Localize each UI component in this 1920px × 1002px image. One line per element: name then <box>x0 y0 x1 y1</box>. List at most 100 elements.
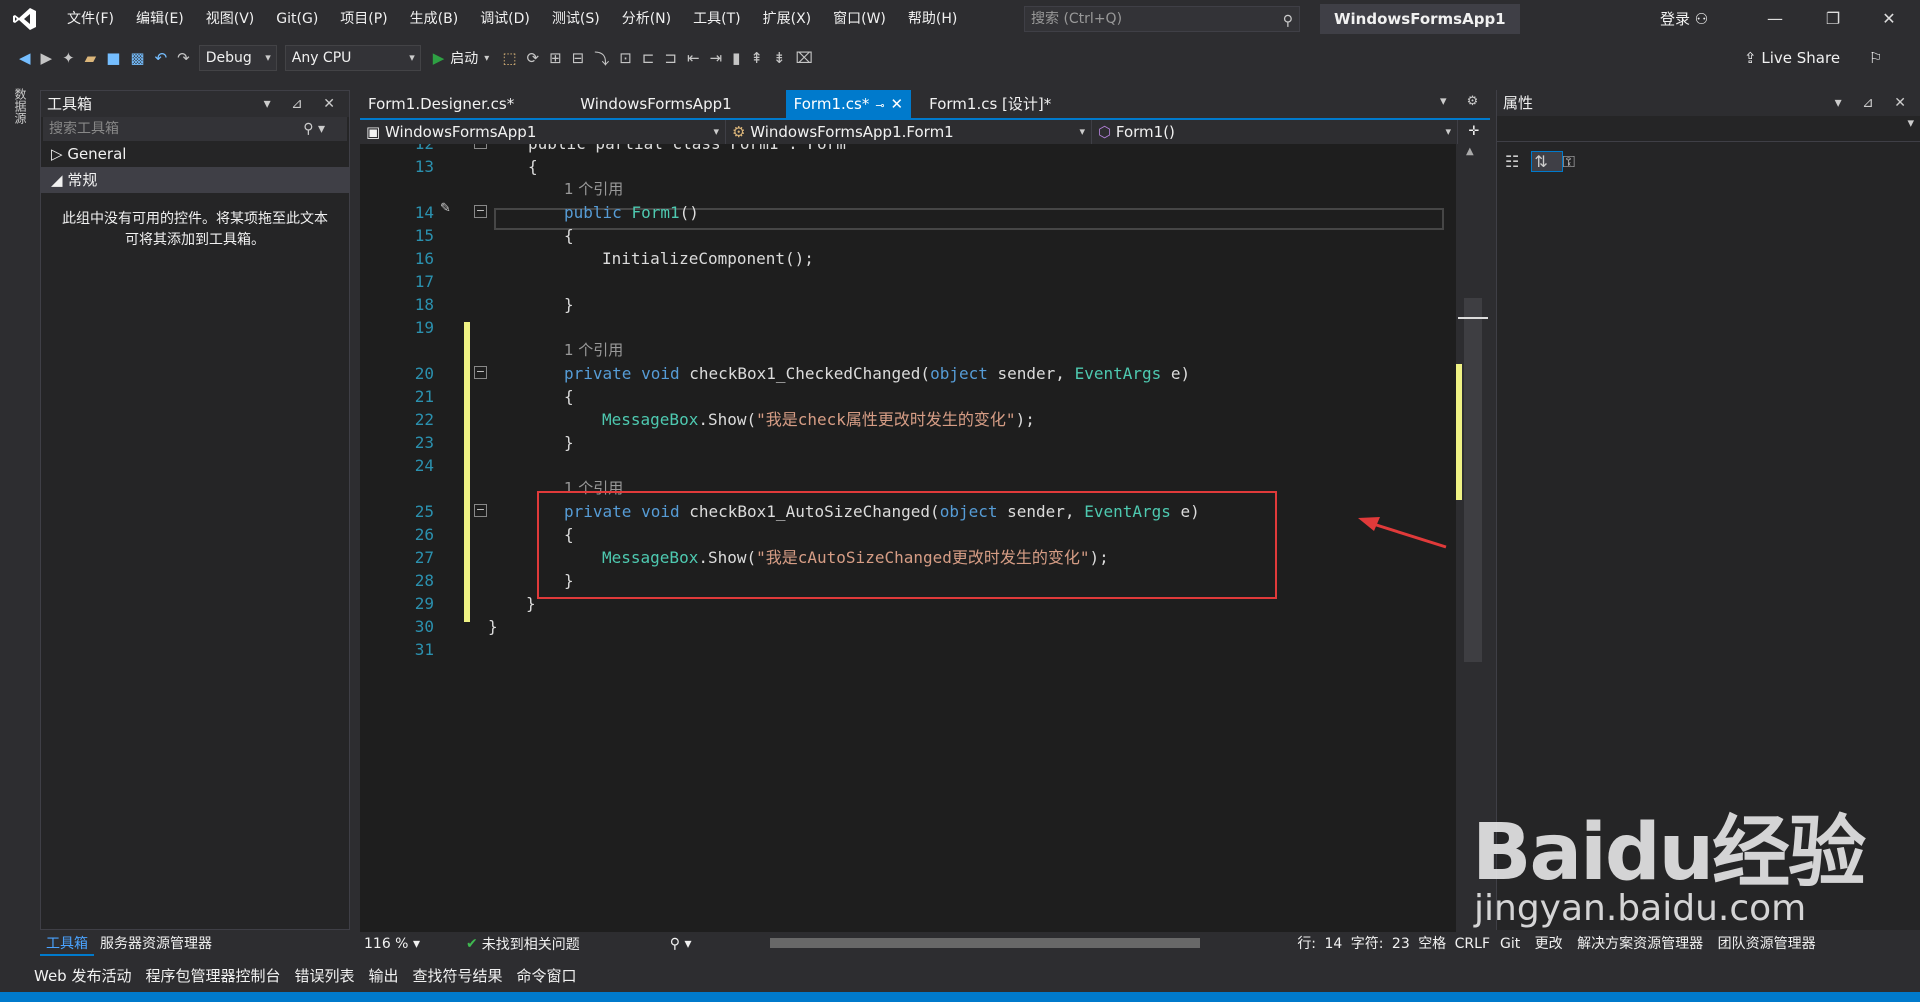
save-all-icon[interactable]: ▩ <box>130 49 144 67</box>
share-icon: ⇪ <box>1744 49 1757 67</box>
class-dropdown[interactable]: ⚙ WindowsFormsApp1.Form1 <box>726 120 1092 144</box>
scrollbar-thumb[interactable] <box>1464 298 1482 662</box>
search-icon: ⚲ ▾ <box>303 121 325 137</box>
alphabetical-icon[interactable]: ⇅ <box>1531 151 1563 172</box>
menu-test[interactable]: 测试(S) <box>541 0 611 38</box>
next-bookmark-icon[interactable]: ⇟ <box>773 49 786 67</box>
tab-web-publish[interactable]: Web 发布活动 <box>34 965 131 986</box>
debug-step-icon[interactable]: ⤵ <box>594 48 609 69</box>
menu-help[interactable]: 帮助(H) <box>897 0 968 38</box>
tab-form1-cs[interactable]: Form1.cs* ⊸ ✕ <box>785 90 912 118</box>
login-button[interactable]: 登录 ⚇ <box>1660 0 1708 38</box>
redo-icon[interactable]: ↷ <box>177 49 190 67</box>
close-tab-icon[interactable]: ✕ <box>891 95 904 113</box>
layout-icon[interactable]: ⊐ <box>664 49 677 67</box>
back-arrow-icon[interactable]: ◀ <box>19 49 31 67</box>
menu-extensions[interactable]: 扩展(X) <box>752 0 823 38</box>
tab-package-manager-console[interactable]: 程序包管理器控制台 <box>145 965 280 986</box>
project-dropdown-label: WindowsFormsApp1 <box>384 123 537 141</box>
cleanup-icon[interactable]: ⚲ ▾ <box>670 936 692 952</box>
tab-toolbox[interactable]: 工具箱 <box>40 932 94 956</box>
properties-title: 属性 <box>1503 94 1534 112</box>
group-common-label: 常规 <box>67 171 98 189</box>
split-icon[interactable]: ✛ <box>1458 120 1490 144</box>
menu-build[interactable]: 生成(B) <box>399 0 470 38</box>
menu-git[interactable]: Git(G) <box>265 0 329 38</box>
save-icon[interactable]: ■ <box>106 49 120 67</box>
zoom-select[interactable]: 116 % ▾ <box>360 936 440 952</box>
issues-status[interactable]: 未找到相关问题 <box>482 934 580 954</box>
platform-select[interactable]: Any CPU <box>284 45 421 71</box>
panel-controls[interactable]: ▾ ⊿ ✕ <box>264 91 343 117</box>
menu-view[interactable]: 视图(V) <box>195 0 266 38</box>
method-icon: ⬡ <box>1098 123 1116 141</box>
menu-window[interactable]: 窗口(W) <box>822 0 897 38</box>
grid-icon[interactable]: ⊡ <box>619 49 632 67</box>
browse-icon[interactable]: ⬚ <box>502 49 516 67</box>
fold-icon[interactable]: − <box>474 205 487 218</box>
tab-form1-design[interactable]: Form1.cs [设计]* <box>921 90 1059 118</box>
undo-icon[interactable]: ↶ <box>155 49 168 67</box>
restore-button[interactable]: ❐ <box>1810 0 1856 38</box>
build-icon[interactable]: ⊞ <box>549 49 562 67</box>
tab-output[interactable]: 输出 <box>369 965 399 986</box>
pin-icon[interactable]: ⊸ <box>875 99 884 112</box>
close-window-button[interactable]: ✕ <box>1866 0 1912 38</box>
chevron-down-icon: ▾ <box>412 936 420 952</box>
tab-command-window[interactable]: 命令窗口 <box>517 965 577 986</box>
rebuild-icon[interactable]: ⊟ <box>572 49 585 67</box>
horizontal-scrollbar[interactable] <box>770 938 1200 948</box>
code-line: 16 InitializeComponent(); <box>414 249 814 268</box>
tab-error-list[interactable]: 错误列表 <box>295 965 355 986</box>
toolbox-search-input[interactable]: 搜索工具箱 ⚲ ▾ <box>43 117 347 141</box>
code-line: 20− private void checkBox1_CheckedChanged… <box>414 364 1191 383</box>
toolbox-group-general[interactable]: ▷ General <box>41 141 349 167</box>
forward-arrow-icon[interactable]: ▶ <box>41 49 53 67</box>
align-icon[interactable]: ⊏ <box>642 49 655 67</box>
fold-icon[interactable]: − <box>474 366 487 379</box>
object-selector[interactable]: ▾ <box>1497 116 1920 142</box>
panel-controls[interactable]: ▾ ⊿ ✕ <box>1835 90 1914 116</box>
tab-overflow-controls[interactable]: ▾ ⚙ <box>1440 94 1486 109</box>
new-project-icon[interactable]: ✦ <box>62 49 75 67</box>
start-button[interactable]: ▶ 启动 ▾ <box>433 48 490 68</box>
configuration-select[interactable]: Debug <box>198 45 277 71</box>
tab-server-explorer[interactable]: 服务器资源管理器 <box>94 932 218 956</box>
bookmark-icon[interactable]: ▮ <box>732 49 740 67</box>
fold-icon[interactable]: − <box>474 504 487 517</box>
open-folder-icon[interactable]: ▰ <box>85 49 97 67</box>
property-pages-icon[interactable]: ⚿ <box>1563 152 1587 171</box>
categorized-icon[interactable]: ☷ <box>1505 152 1531 171</box>
code-line: 31 <box>414 640 434 659</box>
indent-icon[interactable]: ⇥ <box>710 49 723 67</box>
member-dropdown[interactable]: ⬡ Form1() <box>1092 120 1458 144</box>
outdent-icon[interactable]: ⇤ <box>687 49 700 67</box>
menu-tools[interactable]: 工具(T) <box>682 0 751 38</box>
minimize-button[interactable]: — <box>1752 0 1798 38</box>
data-sources-tab[interactable]: 数据源 <box>12 88 29 124</box>
project-dropdown[interactable]: ▣ WindowsFormsApp1 <box>360 120 726 144</box>
search-input[interactable]: 搜索 (Ctrl+Q) ⚲ <box>1024 6 1300 32</box>
fold-icon[interactable]: − <box>474 144 487 149</box>
highlight-box <box>537 491 1277 599</box>
menu-project[interactable]: 项目(P) <box>329 0 398 38</box>
menu-debug[interactable]: 调试(D) <box>469 0 541 38</box>
tab-form1-designer-cs[interactable]: Form1.Designer.cs* <box>360 90 522 118</box>
menu-analyze[interactable]: 分析(N) <box>611 0 682 38</box>
right-bottom-tabs[interactable]: Git 更改 解决方案资源管理器 团队资源管理器 <box>1500 932 1816 956</box>
code-line: 13{ <box>414 157 538 176</box>
live-share-button[interactable]: ⇪ Live Share ⚐ <box>1744 49 1882 67</box>
prev-bookmark-icon[interactable]: ⇞ <box>750 49 763 67</box>
menu-file[interactable]: 文件(F) <box>56 0 125 38</box>
quick-action-icon[interactable]: ✎ <box>440 201 451 216</box>
menu-edit[interactable]: 编辑(E) <box>125 0 195 38</box>
toolbox-group-common[interactable]: ◢ 常规 <box>41 167 349 193</box>
code-line: 21{ <box>414 387 574 406</box>
class-icon: ⚙ <box>732 123 751 141</box>
hot-reload-icon[interactable]: ⟳ <box>527 49 540 67</box>
feedback-icon[interactable]: ⚐ <box>1869 49 1882 67</box>
scroll-up-icon[interactable]: ▲ <box>1466 146 1474 157</box>
tab-find-symbol-results[interactable]: 查找符号结果 <box>413 965 503 986</box>
clear-bookmark-icon[interactable]: ⌧ <box>796 49 813 67</box>
tab-windowsformsapp1[interactable]: WindowsFormsApp1 <box>572 90 739 118</box>
